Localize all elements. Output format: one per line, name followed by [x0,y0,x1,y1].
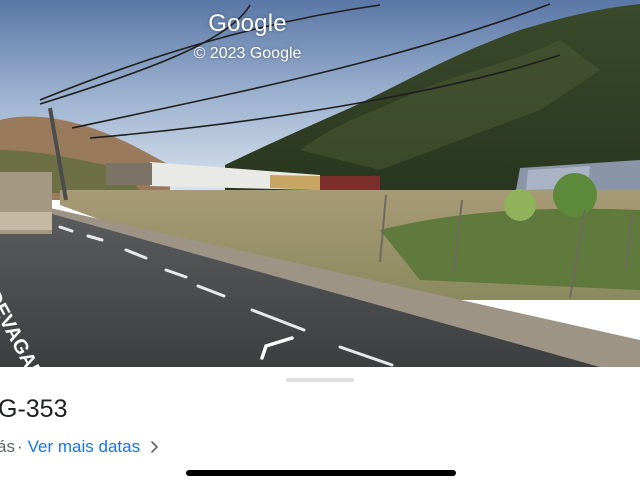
copyright-label: © 2023 Google [193,45,302,62]
google-brand-label: Google [208,10,287,37]
more-dates-link[interactable]: Ver mais datas [28,437,140,457]
place-title: G-353 [0,395,68,423]
separator-dot: · [16,437,23,456]
home-indicator[interactable] [186,470,456,476]
chevron-right-icon[interactable] [149,440,159,454]
capture-date-row: ás · Ver mais datas [0,437,159,457]
capture-date-text: ás [0,437,15,456]
info-sheet: G-353 ás · Ver mais datas [0,367,640,480]
sheet-drag-handle[interactable] [286,378,354,382]
street-view-panorama[interactable]: DEVAGAR Google © 2023 Google [0,0,640,367]
